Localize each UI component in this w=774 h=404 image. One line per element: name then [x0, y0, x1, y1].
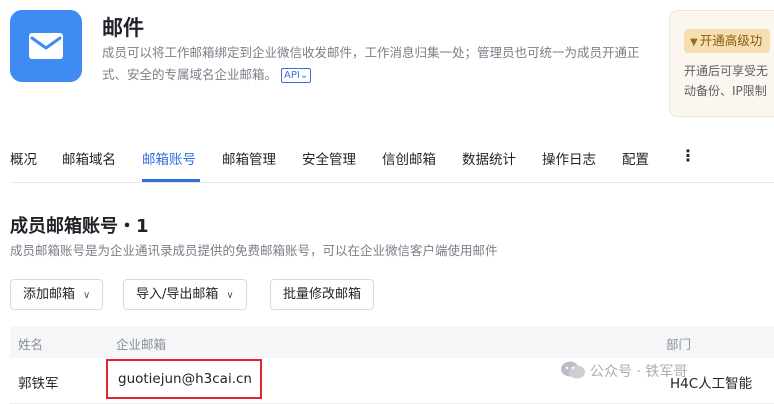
import-export-label: 导入/导出邮箱 [136, 287, 219, 302]
column-header-email: 企业邮箱 [116, 337, 167, 352]
tab-bar: 概况 邮箱域名 邮箱账号 邮箱管理 安全管理 信创邮箱 数据统计 操作日志 配置… [10, 136, 774, 183]
tab-overview[interactable]: 概况 [10, 148, 37, 168]
upgrade-text-line1: 开通后可享受无 [684, 64, 769, 78]
vip-icon: ▼ [690, 37, 698, 48]
envelope-icon [29, 33, 63, 59]
active-tab-indicator [142, 179, 200, 182]
import-export-button[interactable]: 导入/导出邮箱 ∨ [123, 279, 247, 310]
table-header: 姓名 企业邮箱 部门 [10, 326, 774, 358]
page-title: 邮件 [102, 16, 144, 40]
tab-mail-domain[interactable]: 邮箱域名 [62, 148, 116, 168]
upgrade-text-line2: 动备份、IP限制 [684, 84, 767, 98]
member-name: 郭铁军 [18, 376, 59, 392]
upgrade-button[interactable]: ▼ 开通高级功 [684, 29, 771, 53]
chevron-down-icon: ∨ [226, 290, 234, 301]
app-description-text: 成员可以将工作邮箱绑定到企业微信收发邮件，工作消息归集一处；管理员也可统一为成员… [102, 45, 640, 82]
email-highlight-box: guotiejun@h3cai.cn [106, 359, 262, 399]
wechat-icon [560, 360, 586, 384]
section-description: 成员邮箱账号是为企业通讯录成员提供的免费邮箱账号，可以在企业微信客户端使用邮件 [10, 243, 498, 258]
tab-mail-accounts[interactable]: 邮箱账号 [142, 148, 196, 168]
tab-config[interactable]: 配置 [622, 148, 649, 168]
more-icon[interactable]: ⋮ [680, 146, 696, 165]
tab-mail-management[interactable]: 邮箱管理 [222, 148, 276, 168]
add-mailbox-label: 添加邮箱 [23, 287, 76, 302]
watermark: 公众号 · 铁军哥 [560, 360, 687, 384]
column-header-department: 部门 [666, 337, 692, 352]
tab-security[interactable]: 安全管理 [302, 148, 356, 168]
api-link[interactable]: API⌄ [281, 68, 312, 83]
section-title: 成员邮箱账号・1 [10, 216, 149, 237]
add-mailbox-button[interactable]: 添加邮箱 ∨ [10, 279, 104, 310]
upgrade-description: 开通后可享受无 动备份、IP限制 [684, 61, 768, 101]
chevron-down-icon: ⌄ [299, 70, 309, 81]
upgrade-button-label: 开通高级功 [699, 33, 763, 48]
chevron-down-icon: ∨ [83, 290, 91, 301]
app-description: 成员可以将工作邮箱绑定到企业微信收发邮件，工作消息归集一处；管理员也可统一为成员… [102, 42, 662, 86]
tab-xinchuang-mail[interactable]: 信创邮箱 [382, 148, 436, 168]
mail-app-icon [10, 10, 82, 82]
member-email: guotiejun@h3cai.cn [118, 371, 252, 387]
column-header-name: 姓名 [18, 337, 44, 352]
tab-statistics[interactable]: 数据统计 [462, 148, 516, 168]
batch-edit-button[interactable]: 批量修改邮箱 [270, 279, 375, 310]
upgrade-card: ▼ 开通高级功 开通后可享受无 动备份、IP限制 [669, 10, 774, 117]
watermark-text: 公众号 · 铁军哥 [590, 364, 688, 380]
api-link-label: API [284, 70, 300, 81]
tab-operation-log[interactable]: 操作日志 [542, 148, 596, 168]
